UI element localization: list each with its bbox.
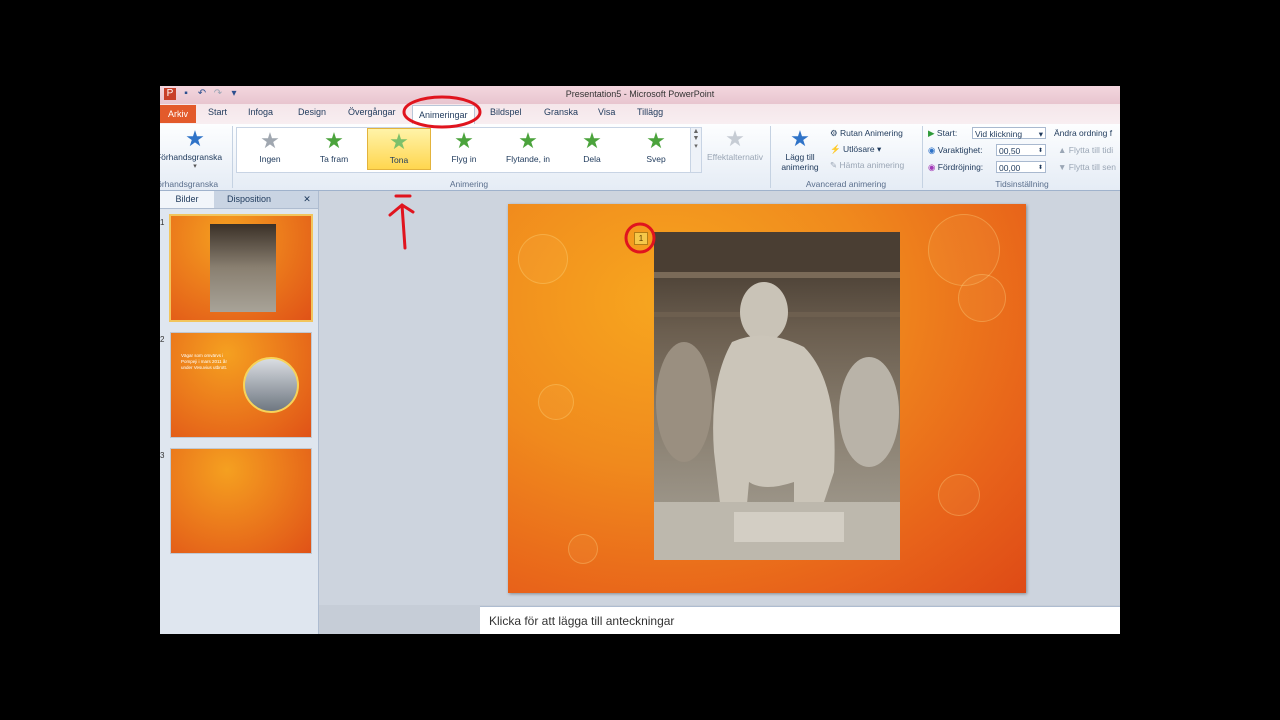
notes-field[interactable]: Klicka för att lägga till anteckningar	[480, 606, 1120, 634]
effect-star-icon: ★	[725, 126, 745, 151]
powerpoint-window: P ▪ ↶ ↷ ▾ Presentation5 - Microsoft Powe…	[160, 86, 1120, 634]
tab-transitions[interactable]: Övergångar	[348, 107, 396, 117]
star-gray-icon: ★	[260, 128, 280, 153]
play-icon: ▶	[928, 128, 935, 138]
preview-label: Förhandsgranska	[160, 152, 223, 162]
gallery-item-fly-in[interactable]: ★ Flyg in	[433, 128, 495, 170]
delay-input[interactable]: 00,00 ⬍	[996, 161, 1046, 173]
slide-number: 2	[160, 335, 165, 344]
add-animation-button[interactable]: ★ Lägg till animering	[772, 126, 828, 172]
tab-slideshow[interactable]: Bildspel	[490, 107, 522, 117]
slide-number: 3	[160, 451, 165, 460]
gallery-item-none[interactable]: ★ Ingen	[239, 128, 301, 170]
plaster-cast-figure	[654, 232, 900, 560]
bokeh-circle	[938, 474, 980, 516]
separator	[922, 126, 923, 188]
window-title: Presentation5 - Microsoft PowerPoint	[565, 89, 715, 99]
spinner-icon[interactable]: ⬍	[1038, 145, 1043, 157]
current-slide[interactable]: 1	[508, 204, 1026, 593]
slide-thumbnail-1[interactable]	[169, 214, 313, 322]
animation-gallery: ★ Ingen ★ Ta fram ★ Tona ★ Flyg in ★ Fly…	[236, 127, 692, 173]
preview-star-icon: ★	[185, 126, 205, 151]
gallery-item-float-in[interactable]: ★ Flytande, in	[497, 128, 559, 170]
thumb-text: Vägar som omvärvs i Pompeji i mars 2011 …	[181, 353, 228, 370]
gallery-item-split[interactable]: ★ Dela	[561, 128, 623, 170]
bokeh-circle	[518, 234, 568, 284]
tab-design[interactable]: Design	[298, 107, 326, 117]
add-animation-star-icon: ★	[790, 126, 810, 151]
clock-icon: ◉	[928, 162, 936, 172]
thumb-circle-photo	[243, 357, 299, 413]
star-green-icon: ★	[582, 128, 602, 153]
gallery-item-wipe[interactable]: ★ Svep	[625, 128, 687, 170]
ribbon-tabs: Arkiv Start Infoga Design Övergångar Ani…	[160, 104, 1120, 125]
close-icon[interactable]: ✕	[300, 191, 314, 208]
group-label-timing: Tidsinställning	[995, 179, 1049, 189]
separator	[770, 126, 771, 188]
animation-order-tag[interactable]: 1	[634, 232, 648, 245]
tab-review[interactable]: Granska	[544, 107, 578, 117]
thumb-photo	[210, 224, 276, 312]
slide-thumbnail-2[interactable]: Vägar som omvärvs i Pompeji i mars 2011 …	[170, 332, 312, 438]
tab-animations[interactable]: Animeringar	[412, 105, 475, 124]
delay-label: ◉ Fördröjning:	[928, 162, 984, 172]
lightning-icon: ⚡	[830, 144, 841, 154]
slide-photo[interactable]	[654, 232, 900, 560]
group-label-advanced: Avancerad animering	[805, 179, 887, 189]
group-label-animation: Animering	[449, 179, 489, 189]
move-earlier-button[interactable]: ▲ Flytta till tidi	[1058, 145, 1113, 155]
slides-pane: Bilder Disposition ✕ 1 2 Vägar som omvär…	[160, 191, 319, 634]
spinner-icon[interactable]: ⬍	[1038, 162, 1043, 174]
animation-pane-icon: ⚙	[830, 128, 838, 138]
gallery-scroll[interactable]: ▲ ▼ ▾	[690, 127, 702, 173]
title-bar: P ▪ ↶ ↷ ▾ Presentation5 - Microsoft Powe…	[160, 86, 1120, 104]
slide-number: 1	[160, 218, 165, 227]
bokeh-circle	[538, 384, 574, 420]
pane-tabs: Bilder Disposition ✕	[160, 191, 318, 209]
tab-file[interactable]: Arkiv	[160, 105, 196, 123]
group-label-preview: Förhandsgranska	[160, 179, 219, 189]
gallery-item-fade[interactable]: ★ Tona	[367, 128, 431, 170]
slide-thumbnail-3[interactable]	[170, 448, 312, 554]
reorder-title: Ändra ordning f	[1054, 128, 1113, 138]
start-label: ▶ Start:	[928, 128, 958, 138]
star-green-icon: ★	[454, 128, 474, 153]
bokeh-circle	[568, 534, 598, 564]
move-later-button[interactable]: ▼ Flytta till sen	[1058, 162, 1116, 172]
star-green-icon: ★	[518, 128, 538, 153]
duration-label: ◉ Varaktighet:	[928, 145, 983, 155]
effect-options-label: Effektalternativ	[706, 152, 764, 162]
animation-pane-button[interactable]: ⚙ Rutan Animering	[830, 128, 903, 139]
preview-button[interactable]: ★ Förhandsgranska ▾	[160, 126, 230, 172]
clock-icon: ◉	[928, 145, 936, 155]
preview-dropdown-icon: ▾	[193, 163, 197, 170]
star-green-icon: ★	[389, 129, 409, 154]
add-animation-label: Lägg till animering	[781, 152, 819, 172]
tab-start[interactable]: Start	[208, 107, 227, 117]
animation-painter-button[interactable]: ✎ Hämta animering	[830, 160, 904, 171]
tab-outline[interactable]: Disposition	[216, 191, 282, 208]
start-select[interactable]: Vid klickning ▾	[972, 127, 1046, 139]
effect-options-button[interactable]: ★ Effektalternativ	[703, 126, 767, 162]
tab-insert[interactable]: Infoga	[248, 107, 273, 117]
duration-input[interactable]: 00,50 ⬍	[996, 144, 1046, 156]
tab-addins[interactable]: Tillägg	[637, 107, 663, 117]
ribbon: ★ Förhandsgranska ▾ Förhandsgranska ★ In…	[160, 124, 1120, 191]
star-green-icon: ★	[646, 128, 666, 153]
star-green-icon: ★	[324, 128, 344, 153]
trigger-button[interactable]: ⚡ Utlösare ▾	[830, 144, 881, 155]
gallery-item-appear[interactable]: ★ Ta fram	[303, 128, 365, 170]
bokeh-circle	[958, 274, 1006, 322]
separator	[232, 126, 233, 188]
painter-icon: ✎	[830, 160, 838, 170]
tab-view[interactable]: Visa	[598, 107, 615, 117]
chevron-down-icon: ▾	[1038, 129, 1043, 139]
tab-slides[interactable]: Bilder	[160, 191, 214, 208]
